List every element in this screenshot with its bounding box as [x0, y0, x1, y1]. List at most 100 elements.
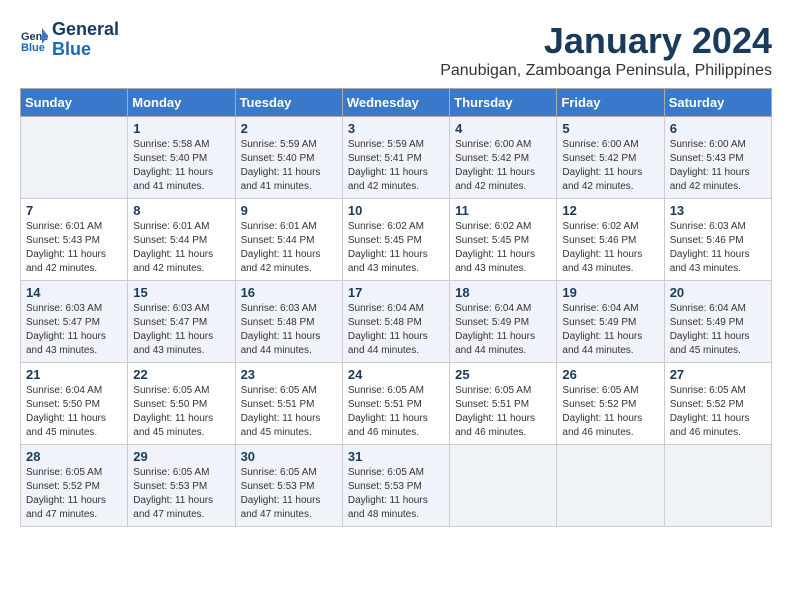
day-info: Sunrise: 6:05 AM Sunset: 5:53 PM Dayligh… [241, 466, 337, 522]
day-info: Sunrise: 6:01 AM Sunset: 5:44 PM Dayligh… [133, 220, 229, 276]
day-number: 7 [26, 203, 122, 218]
day-number: 5 [562, 121, 658, 136]
day-info: Sunrise: 6:01 AM Sunset: 5:43 PM Dayligh… [26, 220, 122, 276]
calendar-day-cell: 5 Sunrise: 6:00 AM Sunset: 5:42 PM Daylig… [557, 117, 664, 199]
day-number: 14 [26, 285, 122, 300]
logo-blue: Blue [52, 40, 119, 60]
day-number: 9 [241, 203, 337, 218]
day-header-monday: Monday [128, 89, 235, 117]
calendar-day-cell: 10 Sunrise: 6:02 AM Sunset: 5:45 PM Dayli… [342, 199, 449, 281]
calendar-day-cell: 25 Sunrise: 6:05 AM Sunset: 5:51 PM Dayli… [450, 363, 557, 445]
calendar-day-cell: 13 Sunrise: 6:03 AM Sunset: 5:46 PM Dayli… [664, 199, 771, 281]
calendar-day-cell: 19 Sunrise: 6:04 AM Sunset: 5:49 PM Dayli… [557, 281, 664, 363]
calendar-day-cell: 15 Sunrise: 6:03 AM Sunset: 5:47 PM Dayli… [128, 281, 235, 363]
logo-general: General [52, 20, 119, 40]
day-info: Sunrise: 6:05 AM Sunset: 5:52 PM Dayligh… [670, 384, 766, 440]
day-info: Sunrise: 6:05 AM Sunset: 5:51 PM Dayligh… [348, 384, 444, 440]
day-info: Sunrise: 6:03 AM Sunset: 5:47 PM Dayligh… [26, 302, 122, 358]
title-section: January 2024 Panubigan, Zamboanga Penins… [440, 20, 772, 80]
logo: General Blue General Blue [20, 20, 119, 60]
calendar-day-cell: 20Sunrise: 6:04 AM Sunset: 5:49 PM Dayli… [664, 281, 771, 363]
day-number: 15 [133, 285, 229, 300]
calendar-day-cell: 12Sunrise: 6:02 AM Sunset: 5:46 PM Dayli… [557, 199, 664, 281]
calendar-day-cell: 8 Sunrise: 6:01 AM Sunset: 5:44 PM Daylig… [128, 199, 235, 281]
calendar-week-row: 21 Sunrise: 6:04 AM Sunset: 5:50 PM Dayli… [21, 363, 772, 445]
day-header-tuesday: Tuesday [235, 89, 342, 117]
day-header-thursday: Thursday [450, 89, 557, 117]
day-number: 13 [670, 203, 766, 218]
day-info: Sunrise: 6:00 AM Sunset: 5:42 PM Dayligh… [455, 138, 551, 194]
day-number: 12 [562, 203, 658, 218]
logo-icon: General Blue [20, 26, 48, 54]
calendar-day-cell: 7 Sunrise: 6:01 AM Sunset: 5:43 PM Daylig… [21, 199, 128, 281]
svg-text:Blue: Blue [21, 42, 45, 54]
calendar-day-cell [21, 117, 128, 199]
calendar-day-cell [450, 445, 557, 527]
calendar-day-cell: 1Sunrise: 5:58 AM Sunset: 5:40 PM Daylig… [128, 117, 235, 199]
calendar-day-cell: 16Sunrise: 6:03 AM Sunset: 5:48 PM Dayli… [235, 281, 342, 363]
calendar-day-cell [557, 445, 664, 527]
calendar-table: SundayMondayTuesdayWednesdayThursdayFrid… [20, 88, 772, 527]
day-info: Sunrise: 6:04 AM Sunset: 5:48 PM Dayligh… [348, 302, 444, 358]
day-info: Sunrise: 6:01 AM Sunset: 5:44 PM Dayligh… [241, 220, 337, 276]
calendar-day-cell: 21 Sunrise: 6:04 AM Sunset: 5:50 PM Dayli… [21, 363, 128, 445]
day-info: Sunrise: 6:00 AM Sunset: 5:43 PM Dayligh… [670, 138, 766, 194]
day-number: 25 [455, 367, 551, 382]
calendar-day-cell: 17 Sunrise: 6:04 AM Sunset: 5:48 PM Dayli… [342, 281, 449, 363]
day-number: 8 [133, 203, 229, 218]
day-number: 30 [241, 449, 337, 464]
day-info: Sunrise: 6:02 AM Sunset: 5:45 PM Dayligh… [348, 220, 444, 276]
calendar-day-cell: 23 Sunrise: 6:05 AM Sunset: 5:51 PM Dayli… [235, 363, 342, 445]
day-info: Sunrise: 6:05 AM Sunset: 5:53 PM Dayligh… [133, 466, 229, 522]
day-info: Sunrise: 6:03 AM Sunset: 5:48 PM Dayligh… [241, 302, 337, 358]
calendar-day-cell: 6 Sunrise: 6:00 AM Sunset: 5:43 PM Daylig… [664, 117, 771, 199]
day-info: Sunrise: 6:03 AM Sunset: 5:47 PM Dayligh… [133, 302, 229, 358]
day-number: 29 [133, 449, 229, 464]
day-number: 19 [562, 285, 658, 300]
day-info: Sunrise: 5:59 AM Sunset: 5:40 PM Dayligh… [241, 138, 337, 194]
day-info: Sunrise: 6:05 AM Sunset: 5:50 PM Dayligh… [133, 384, 229, 440]
day-number: 11 [455, 203, 551, 218]
day-info: Sunrise: 6:00 AM Sunset: 5:42 PM Dayligh… [562, 138, 658, 194]
day-number: 3 [348, 121, 444, 136]
day-number: 24 [348, 367, 444, 382]
day-number: 27 [670, 367, 766, 382]
day-info: Sunrise: 6:03 AM Sunset: 5:46 PM Dayligh… [670, 220, 766, 276]
day-info: Sunrise: 6:05 AM Sunset: 5:52 PM Dayligh… [26, 466, 122, 522]
day-info: Sunrise: 6:05 AM Sunset: 5:51 PM Dayligh… [455, 384, 551, 440]
day-info: Sunrise: 6:05 AM Sunset: 5:51 PM Dayligh… [241, 384, 337, 440]
day-number: 23 [241, 367, 337, 382]
day-info: Sunrise: 6:02 AM Sunset: 5:45 PM Dayligh… [455, 220, 551, 276]
day-header-friday: Friday [557, 89, 664, 117]
calendar-day-cell: 2Sunrise: 5:59 AM Sunset: 5:40 PM Daylig… [235, 117, 342, 199]
calendar-day-cell: 11 Sunrise: 6:02 AM Sunset: 5:45 PM Dayli… [450, 199, 557, 281]
day-info: Sunrise: 6:04 AM Sunset: 5:50 PM Dayligh… [26, 384, 122, 440]
calendar-day-cell: 27 Sunrise: 6:05 AM Sunset: 5:52 PM Dayli… [664, 363, 771, 445]
day-header-sunday: Sunday [21, 89, 128, 117]
day-info: Sunrise: 5:59 AM Sunset: 5:41 PM Dayligh… [348, 138, 444, 194]
day-info: Sunrise: 6:04 AM Sunset: 5:49 PM Dayligh… [670, 302, 766, 358]
calendar-day-cell: 22Sunrise: 6:05 AM Sunset: 5:50 PM Dayli… [128, 363, 235, 445]
calendar-day-cell: 18 Sunrise: 6:04 AM Sunset: 5:49 PM Dayli… [450, 281, 557, 363]
calendar-day-cell: 29 Sunrise: 6:05 AM Sunset: 5:53 PM Dayli… [128, 445, 235, 527]
day-number: 10 [348, 203, 444, 218]
day-info: Sunrise: 6:04 AM Sunset: 5:49 PM Dayligh… [455, 302, 551, 358]
calendar-day-cell: 14 Sunrise: 6:03 AM Sunset: 5:47 PM Dayli… [21, 281, 128, 363]
day-number: 21 [26, 367, 122, 382]
calendar-day-cell [664, 445, 771, 527]
day-header-wednesday: Wednesday [342, 89, 449, 117]
day-number: 6 [670, 121, 766, 136]
location-subtitle: Panubigan, Zamboanga Peninsula, Philippi… [440, 62, 772, 80]
day-info: Sunrise: 6:04 AM Sunset: 5:49 PM Dayligh… [562, 302, 658, 358]
day-number: 1 [133, 121, 229, 136]
day-number: 17 [348, 285, 444, 300]
calendar-day-cell: 24 Sunrise: 6:05 AM Sunset: 5:51 PM Dayli… [342, 363, 449, 445]
day-number: 26 [562, 367, 658, 382]
day-number: 18 [455, 285, 551, 300]
day-info: Sunrise: 6:05 AM Sunset: 5:53 PM Dayligh… [348, 466, 444, 522]
day-number: 4 [455, 121, 551, 136]
month-title: January 2024 [440, 20, 772, 62]
calendar-week-row: 14 Sunrise: 6:03 AM Sunset: 5:47 PM Dayli… [21, 281, 772, 363]
calendar-week-row: 7 Sunrise: 6:01 AM Sunset: 5:43 PM Daylig… [21, 199, 772, 281]
calendar-day-cell: 4 Sunrise: 6:00 AM Sunset: 5:42 PM Daylig… [450, 117, 557, 199]
